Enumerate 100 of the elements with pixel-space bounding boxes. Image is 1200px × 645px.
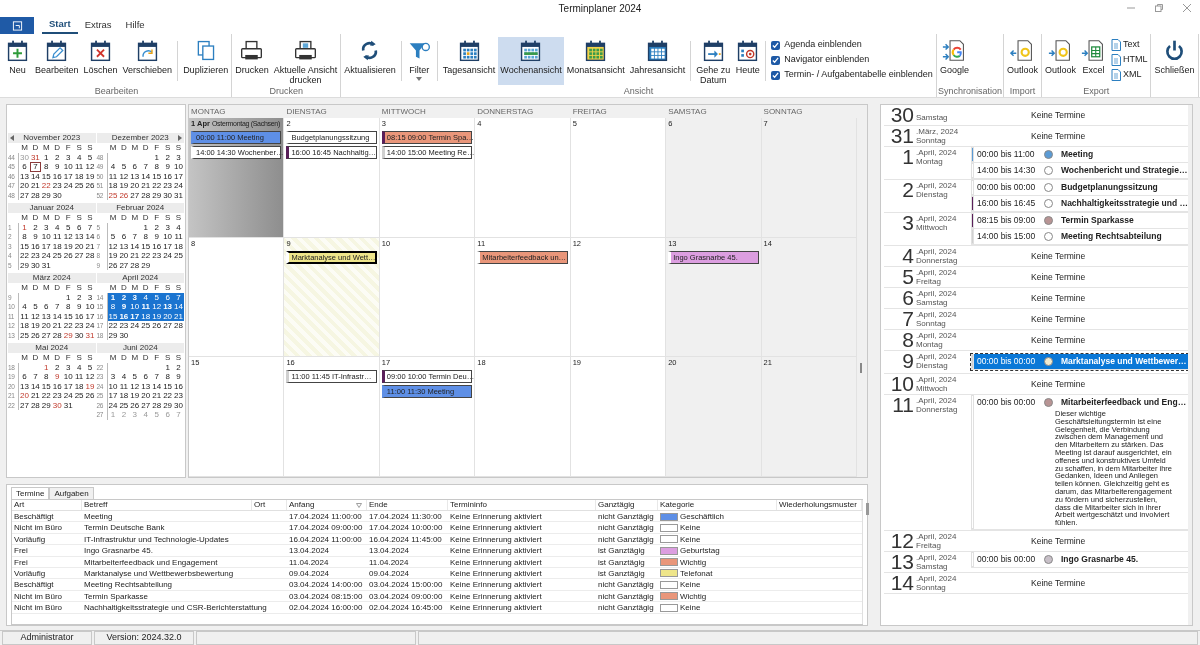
agenda-entry[interactable]: 00:00 bis 11:00 Meeting (971, 147, 1189, 163)
calendar-day[interactable]: 18 (140, 311, 152, 321)
calendar-day[interactable]: 27 (118, 260, 130, 270)
agenda-entry[interactable]: 14:00 bis 14:30 Wochenbericht und Strategie… (971, 163, 1189, 179)
calendar-day[interactable]: 2 (118, 292, 130, 302)
calendar-day[interactable]: 10 (129, 302, 141, 312)
calendar-day[interactable]: 22 (151, 181, 163, 191)
restore-icon[interactable] (1154, 3, 1164, 13)
calendar-day[interactable]: 25 (19, 330, 30, 340)
calendar-day[interactable]: 13 (40, 311, 52, 321)
ribbon-button[interactable]: Drucken (233, 37, 271, 85)
calendar-day[interactable]: 18 (173, 241, 184, 251)
calendar-day[interactable]: 21 (29, 391, 41, 401)
calendar-day[interactable]: 5 (29, 302, 41, 312)
calendar-day[interactable]: 18 (118, 391, 130, 401)
ribbon-button[interactable]: Aktualisieren (342, 37, 398, 85)
export-link[interactable]: Text (1111, 39, 1148, 51)
calendar-day[interactable]: 9 (73, 302, 85, 312)
ribbon-button[interactable]: Filter (404, 37, 434, 85)
calendar-day[interactable]: 30 (118, 330, 130, 340)
calendar-day[interactable]: 5 (107, 232, 119, 242)
checkbox-label[interactable]: Navigator einblenden (784, 53, 870, 67)
calendar-day[interactable]: 5 (151, 292, 163, 302)
calendar-day[interactable]: 3 (84, 292, 96, 302)
calendar-day[interactable]: 16 (173, 381, 184, 391)
scrollbar-thumb[interactable] (860, 363, 862, 373)
calendar-day[interactable]: 1 (40, 362, 52, 372)
calendar-day[interactable]: 25 (140, 321, 152, 331)
checkbox[interactable] (771, 55, 781, 65)
calendar-day[interactable]: 24 (84, 321, 96, 331)
calendar-day[interactable]: 11 (19, 311, 30, 321)
calendar-day[interactable]: 16 (118, 311, 130, 321)
calendar-day[interactable]: 8 (162, 372, 174, 382)
calendar-day[interactable]: 28 (129, 260, 141, 270)
calendar-day[interactable]: 25 (51, 251, 63, 261)
app-menu-button[interactable] (0, 17, 34, 34)
calendar-day[interactable]: 9 (173, 372, 184, 382)
scrollbar-thumb[interactable] (865, 503, 869, 515)
calendar-day[interactable]: 13 (19, 381, 30, 391)
calendar-day[interactable]: 18 (51, 241, 63, 251)
column-header[interactable]: Wiederholungsmuster (779, 500, 857, 510)
calendar-day[interactable]: 2 (173, 362, 184, 372)
calendar-day[interactable]: 10 (107, 381, 119, 391)
column-header[interactable]: Art (14, 500, 25, 510)
calendar-day[interactable]: 5 (84, 362, 96, 372)
calendar-day[interactable]: 23 (151, 251, 163, 261)
calendar-day[interactable]: 28 (51, 330, 63, 340)
calendar-day[interactable]: 5 (118, 162, 130, 172)
calendar-day[interactable]: 19 (129, 391, 141, 401)
calendar-day[interactable]: 26 (107, 260, 119, 270)
ribbon-button[interactable]: Outlook (1004, 37, 1040, 85)
calendar-day[interactable]: 10 (62, 372, 74, 382)
calendar-day[interactable]: 31 (29, 152, 41, 162)
checkbox[interactable] (771, 40, 781, 50)
calendar-day[interactable]: 19 (107, 251, 119, 261)
calendar-day[interactable]: 31 (62, 400, 74, 410)
calendar-day[interactable]: 26 (118, 190, 130, 200)
calendar-day[interactable]: 7 (151, 372, 163, 382)
calendar-day[interactable]: 24 (129, 321, 141, 331)
export-link[interactable]: HTML (1111, 54, 1148, 66)
calendar-day[interactable]: 17 (129, 311, 141, 321)
calendar-day[interactable]: 17 (173, 171, 184, 181)
calendar-day[interactable]: 7 (129, 232, 141, 242)
calendar-day[interactable]: 11 (51, 232, 63, 242)
ribbon-button[interactable]: Bearbeiten (33, 37, 81, 85)
calendar-day[interactable]: 14 (84, 232, 96, 242)
calendar-day[interactable]: 13 (140, 381, 152, 391)
agenda-entry[interactable]: 08:15 bis 09:00 Termin Sparkasse (971, 213, 1189, 229)
table-tab[interactable]: Termine (11, 487, 50, 499)
calendar-day[interactable]: 20 (140, 391, 152, 401)
calendar-day[interactable]: 26 (151, 321, 163, 331)
ribbon-button[interactable]: Duplizieren (181, 37, 231, 85)
calendar-day[interactable]: 24 (173, 181, 184, 191)
calendar-day[interactable]: 23 (51, 391, 63, 401)
ribbon-button[interactable]: Wochenansicht (498, 37, 564, 85)
calendar-day[interactable]: 8 (107, 302, 119, 312)
calendar-day[interactable]: 20 (162, 311, 174, 321)
calendar-day[interactable]: 24 (162, 251, 174, 261)
calendar-day[interactable]: 10 (62, 162, 74, 172)
calendar-day[interactable]: 9 (51, 372, 63, 382)
calendar-day[interactable]: 1 (140, 222, 152, 232)
calendar-day[interactable]: 12 (129, 381, 141, 391)
calendar-day[interactable]: 29 (40, 190, 52, 200)
calendar-day[interactable]: 30 (51, 190, 63, 200)
calendar-day[interactable]: 11 (107, 171, 119, 181)
calendar-day[interactable]: 30 (51, 400, 63, 410)
calendar-day[interactable]: 21 (29, 181, 41, 191)
column-header[interactable]: Betreff (84, 500, 108, 510)
agenda-entry[interactable]: 00:00 bis 00:00 Marktanalyse und Wettbewer… (971, 354, 1189, 370)
calendar-day[interactable]: 27 (129, 190, 141, 200)
calendar-day[interactable]: 10 (84, 302, 96, 312)
calendar-day[interactable]: 12 (62, 232, 74, 242)
calendar-day[interactable]: 15 (151, 171, 163, 181)
calendar-day[interactable]: 13 (162, 302, 174, 312)
calendar-day[interactable]: 12 (84, 162, 96, 172)
calendar-day[interactable]: 2 (51, 362, 63, 372)
calendar-day[interactable]: 31 (40, 260, 52, 270)
calendar-day[interactable]: 19 (84, 381, 96, 391)
calendar-day[interactable]: 1 (40, 152, 52, 162)
calendar-day[interactable]: 20 (118, 251, 130, 261)
